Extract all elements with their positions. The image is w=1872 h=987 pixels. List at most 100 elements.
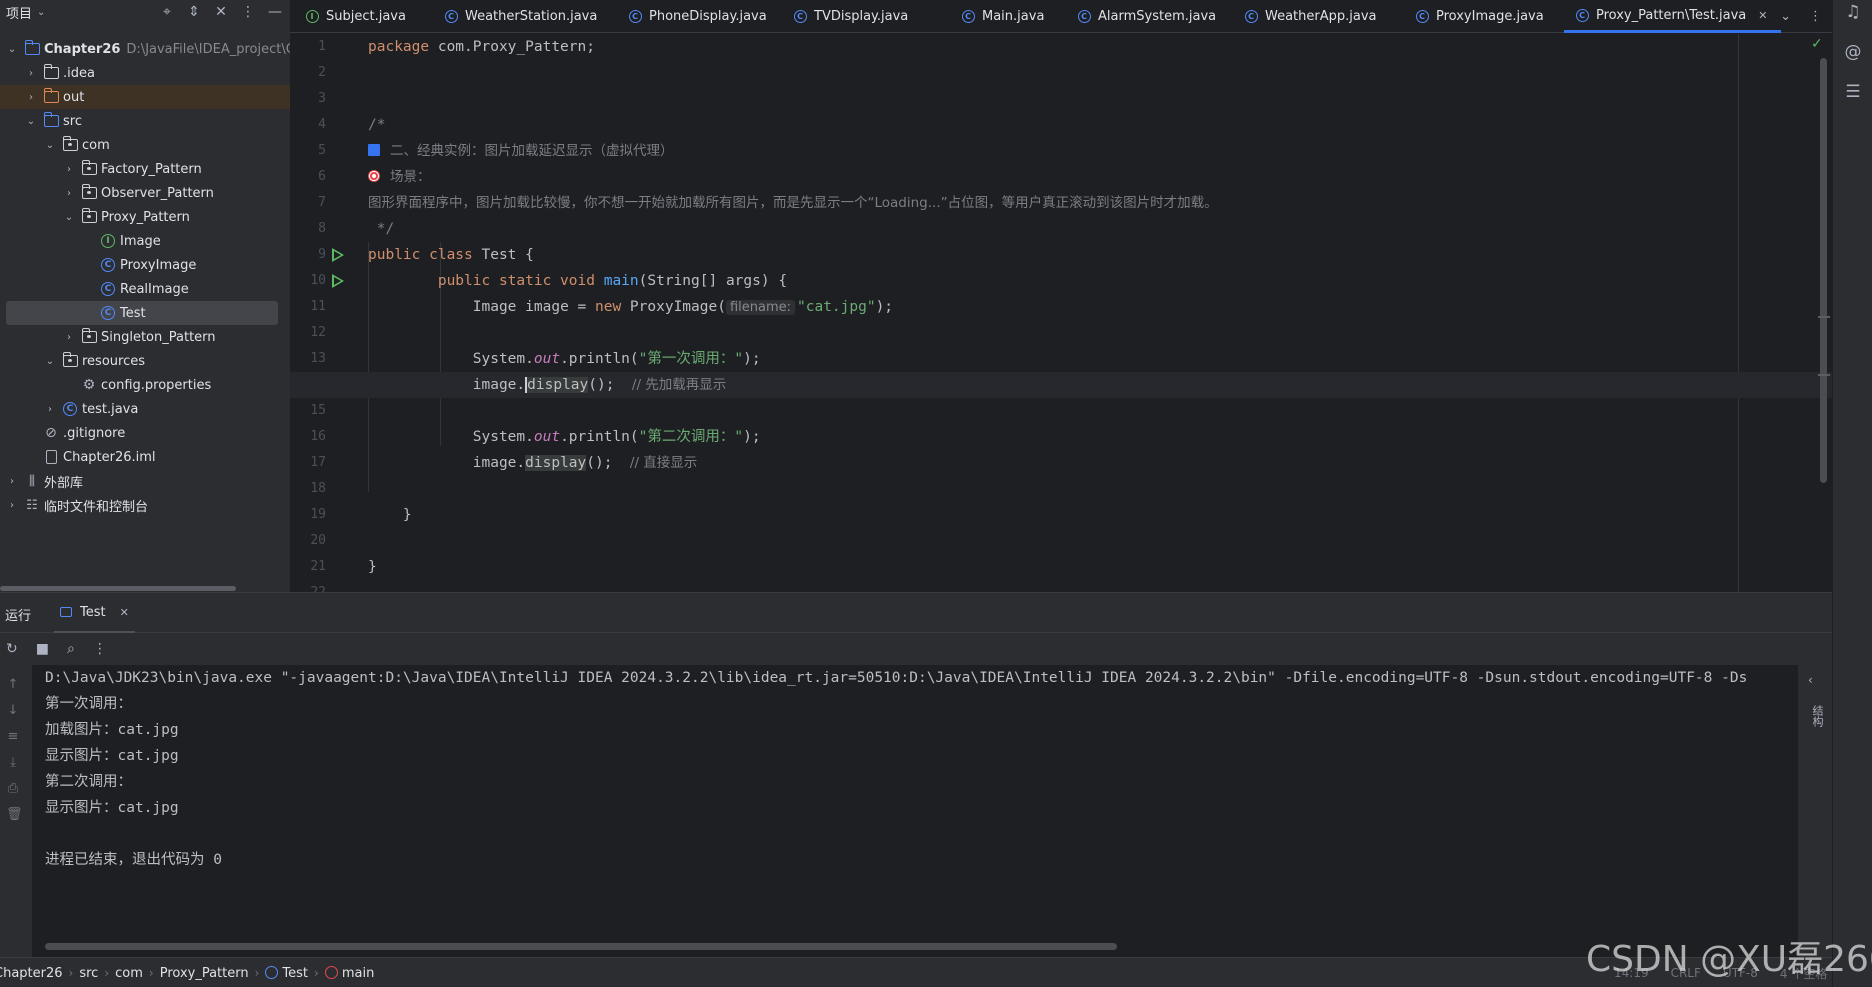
tree-item[interactable]: ⌄ resources: [0, 349, 290, 373]
trash-icon[interactable]: 🗑: [6, 807, 23, 822]
ai-assistant-icon[interactable]: @: [1844, 42, 1862, 62]
run-gutter-icon[interactable]: [332, 274, 344, 288]
expand-all-icon[interactable]: ⇕: [187, 4, 201, 20]
notifications-icon[interactable]: ♫: [1844, 2, 1862, 22]
tree-item-label: Image: [120, 233, 161, 249]
tree-item[interactable]: › out: [0, 85, 290, 109]
run-tab-test[interactable]: Test ✕: [54, 593, 135, 633]
arrow-up-icon[interactable]: ↑: [6, 677, 20, 692]
stop-icon[interactable]: ■: [36, 641, 49, 657]
console-output[interactable]: D:\Java\JDK23\bin\java.exe "-javaagent:D…: [45, 665, 1800, 935]
tree-item[interactable]: › .idea: [0, 61, 290, 85]
editor-tab[interactable]: C Proxy_Pattern\Test.java ✕: [1564, 0, 1782, 33]
breadcrumb-item[interactable]: Proxy_Pattern: [160, 966, 249, 981]
chevron-right-icon[interactable]: ›: [63, 332, 75, 343]
module-folder-icon: [24, 40, 40, 57]
code-editor[interactable]: package com.Proxy_Pattern; /* 二、经典实例：图片加…: [290, 34, 1832, 592]
print-icon[interactable]: ⎙: [6, 781, 20, 796]
tree-item-label: Singleton_Pattern: [101, 329, 216, 345]
locate-icon[interactable]: ⌖: [160, 4, 174, 20]
more-options-icon[interactable]: ⋮: [241, 4, 255, 20]
tree-item[interactable]: › ☷ 临时文件和控制台: [0, 493, 290, 517]
tree-item[interactable]: ⌄ Chapter26 D:\JavaFile\IDEA_project\Ch: [0, 37, 290, 61]
project-view-selector[interactable]: 项目: [6, 3, 32, 22]
scroll-to-end-icon[interactable]: ⤓: [6, 755, 20, 770]
breadcrumb-item[interactable]: src: [79, 966, 98, 981]
chevron-down-icon[interactable]: ⌄: [44, 140, 56, 151]
class-glyph: C: [1415, 10, 1429, 23]
tree-item[interactable]: › Singleton_Pattern: [0, 325, 290, 349]
breadcrumb-item[interactable]: Chapter26: [0, 966, 63, 981]
editor-tab[interactable]: C WeatherApp.java: [1243, 0, 1377, 33]
class-icon: C: [100, 257, 116, 273]
editor-tab[interactable]: C ProxyImage.java: [1414, 0, 1544, 33]
tree-item[interactable]: › Ctest.java: [0, 397, 290, 421]
chevron-right-icon[interactable]: ›: [6, 500, 18, 511]
tree-item[interactable]: Chapter26.iml: [0, 445, 290, 469]
chevron-down-icon[interactable]: ⌄: [44, 356, 56, 367]
tree-item[interactable]: I Image: [0, 229, 290, 253]
tree-item-label: src: [63, 113, 82, 129]
tree-item[interactable]: ⌄ src: [0, 109, 290, 133]
soft-wrap-icon[interactable]: ≡: [6, 729, 20, 744]
breadcrumb-item[interactable]: com: [115, 966, 143, 981]
tree-item[interactable]: › ⫼ 外部库: [0, 469, 290, 493]
code-line-4: /*: [368, 117, 386, 133]
editor-tab[interactable]: C AlarmSystem.java: [1076, 0, 1216, 33]
chevron-right-icon[interactable]: ›: [63, 164, 75, 175]
tree-item-label: resources: [82, 353, 146, 369]
more-options-icon[interactable]: ⋮: [93, 641, 107, 657]
chevron-right-icon[interactable]: ›: [25, 92, 37, 103]
tree-item[interactable]: ⚙ config.properties: [0, 373, 290, 397]
editor-tab[interactable]: I Subject.java: [304, 0, 406, 33]
check-icon[interactable]: ✓: [1811, 36, 1823, 52]
run-gutter-icon[interactable]: [332, 248, 344, 262]
editor-tab[interactable]: C TVDisplay.java: [792, 0, 908, 33]
chevron-down-icon[interactable]: ⌄: [6, 44, 18, 55]
database-icon[interactable]: ☰: [1844, 82, 1862, 102]
more-options-icon[interactable]: ⋮: [1809, 9, 1822, 24]
tree-item[interactable]: C ProxyImage: [0, 253, 290, 277]
chevron-down-icon[interactable]: ⌄: [63, 212, 75, 223]
tab-bar-tools: ⌄ ⋮: [1780, 0, 1822, 33]
class-glyph: C: [628, 10, 642, 23]
chevron-left-icon[interactable]: ‹: [1808, 673, 1813, 687]
project-horizontal-scrollbar[interactable]: [0, 584, 290, 592]
target-icon: [368, 170, 380, 182]
close-icon[interactable]: ✕: [120, 606, 129, 619]
chevron-down-icon[interactable]: ⌄: [1780, 9, 1791, 24]
arrow-down-icon[interactable]: ↓: [6, 703, 20, 718]
editor-tab[interactable]: C WeatherStation.java: [443, 0, 597, 33]
line-number: 3: [318, 91, 326, 106]
chevron-right-icon[interactable]: ›: [25, 68, 37, 79]
scrollbar-thumb[interactable]: [0, 586, 236, 591]
breadcrumb-item[interactable]: main: [324, 965, 374, 981]
tree-item[interactable]: ⌄ com: [0, 133, 290, 157]
console-line: 进程已结束，退出代码为 0: [45, 852, 222, 868]
chevron-right-icon[interactable]: ›: [44, 404, 56, 415]
hide-panel-icon[interactable]: —: [268, 4, 282, 20]
tree-item[interactable]: ⌄ Proxy_Pattern: [0, 205, 290, 229]
breadcrumb-item[interactable]: Test: [265, 965, 308, 981]
editor-tab[interactable]: C PhoneDisplay.java: [627, 0, 767, 33]
tree-item[interactable]: ⊘ .gitignore: [0, 421, 290, 445]
chevron-right-icon[interactable]: ›: [63, 188, 75, 199]
console-horizontal-scrollbar[interactable]: [45, 943, 1117, 950]
rerun-icon[interactable]: ↻: [6, 641, 18, 657]
tree-item[interactable]: C Test: [6, 301, 278, 325]
chevron-right-icon[interactable]: ›: [6, 476, 18, 487]
chevron-down-icon[interactable]: ⌄: [37, 7, 45, 18]
editor-vertical-scrollbar[interactable]: [1820, 58, 1827, 483]
tree-item[interactable]: › Observer_Pattern: [0, 181, 290, 205]
collapse-all-icon[interactable]: ✕: [214, 4, 228, 20]
class-glyph: C: [101, 306, 115, 320]
attach-debugger-icon[interactable]: ⌕: [67, 641, 75, 657]
runnable-class-icon: C: [62, 401, 78, 417]
project-path: D:\JavaFile\IDEA_project\Ch: [126, 41, 290, 57]
editor-tab[interactable]: C Main.java: [960, 0, 1044, 33]
structure-tab[interactable]: 结构: [1809, 705, 1825, 727]
tree-item[interactable]: C RealImage: [0, 277, 290, 301]
tree-item[interactable]: › Factory_Pattern: [0, 157, 290, 181]
close-icon[interactable]: ✕: [1758, 9, 1767, 22]
chevron-down-icon[interactable]: ⌄: [25, 116, 37, 127]
